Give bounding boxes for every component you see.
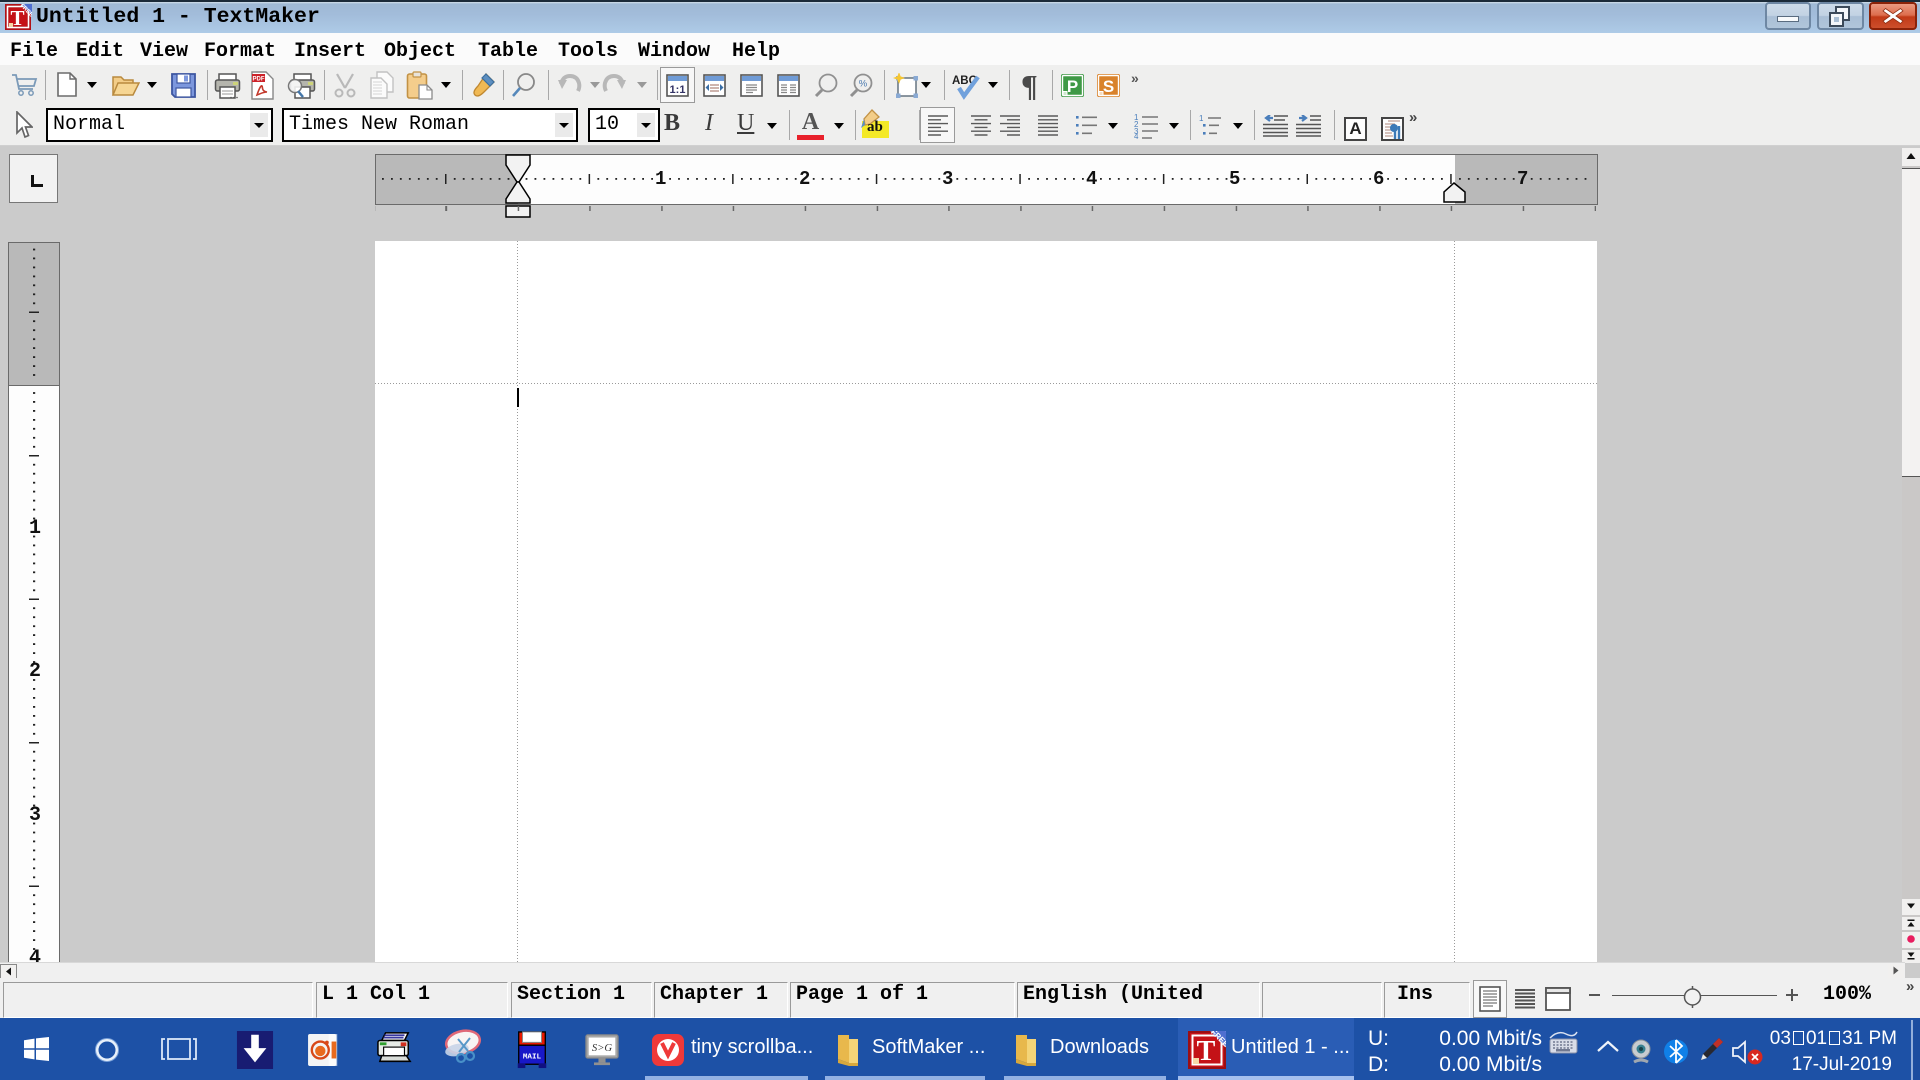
svg-text:%: %: [859, 79, 868, 90]
svg-text:S: S: [1103, 77, 1114, 96]
svg-text:1: 1: [1199, 114, 1204, 123]
svg-text:1:1: 1:1: [670, 84, 686, 96]
svg-text:MAIL: MAIL: [523, 1054, 542, 1062]
svg-text:4: 4: [1134, 132, 1139, 139]
svg-text:S>G: S>G: [592, 1043, 613, 1054]
svg-text:P: P: [1067, 77, 1078, 96]
svg-text:T: T: [1197, 1036, 1216, 1067]
svg-text:PDF: PDF: [253, 77, 265, 83]
